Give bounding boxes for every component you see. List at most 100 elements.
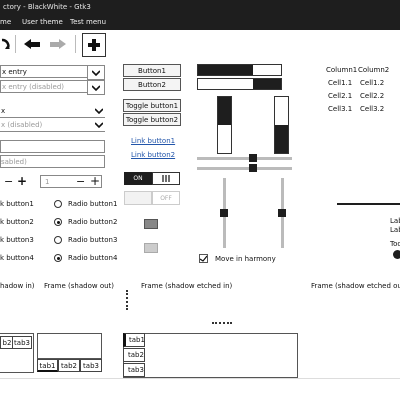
window-titlebar: ctory - BlackWhite - Gtk3 xyxy=(0,0,400,15)
radio-button-1[interactable]: Radio button1 xyxy=(54,200,124,210)
check-button-4[interactable]: k button4 xyxy=(0,254,50,264)
table-cell[interactable]: Cell1.2 xyxy=(360,79,384,87)
table-cell[interactable]: Cell1.1 xyxy=(328,79,352,87)
plus-icon[interactable]: + xyxy=(90,175,100,188)
menu-item-test-menu[interactable]: Test menu xyxy=(70,15,106,30)
tab-item[interactable]: tab3 xyxy=(80,359,102,372)
frame-etched-out-label: Frame (shadow etched out xyxy=(311,282,400,290)
tab-item[interactable]: tab2 xyxy=(58,359,80,372)
combo-box-disabled-text: x (disabled) xyxy=(1,121,43,129)
combo-box-text: x xyxy=(1,107,6,115)
right-label-3: Too xyxy=(390,240,400,248)
link-button-2[interactable]: Link button2 xyxy=(131,151,175,159)
switch-on-handle[interactable] xyxy=(152,172,180,185)
switch-on-label: ON xyxy=(124,172,152,185)
radio-label: Radio button4 xyxy=(68,254,118,262)
toolbar xyxy=(0,30,400,58)
combo-box[interactable]: x xyxy=(0,105,105,118)
table-header-col1[interactable]: Column1 xyxy=(326,66,357,74)
button-2[interactable]: Button2 xyxy=(123,78,181,91)
table-cell[interactable]: Cell2.2 xyxy=(360,92,384,100)
radio-button-2[interactable]: Radio button2 xyxy=(54,218,124,228)
progress-bar-1 xyxy=(197,64,282,76)
vscale-1-handle[interactable] xyxy=(220,209,228,217)
plus-icon xyxy=(88,39,100,51)
table-header-col2[interactable]: Column2 xyxy=(358,66,389,74)
radio-button-3[interactable]: Radio button3 xyxy=(54,236,124,246)
vscale-2-handle[interactable] xyxy=(278,209,286,217)
radio-label: Radio button3 xyxy=(68,236,118,244)
notebook-bottom-frame xyxy=(37,333,102,359)
menu-item-user-theme[interactable]: User theme xyxy=(22,15,63,30)
minus-icon[interactable]: − xyxy=(4,175,13,188)
frame-shadow-out-label: Frame (shadow out) xyxy=(44,282,115,290)
separator-line xyxy=(337,203,400,205)
menubar: me User theme Test menu xyxy=(0,15,400,30)
back-button[interactable] xyxy=(22,33,42,55)
minus-icon[interactable]: − xyxy=(76,176,85,188)
table-cell[interactable]: Cell3.1 xyxy=(328,105,352,113)
radio-indicator[interactable] xyxy=(54,254,62,262)
check-button-1[interactable]: k button1 xyxy=(0,200,50,210)
frame-shadow-in-label: hadow in) xyxy=(0,282,35,290)
tab-item[interactable]: tab2 xyxy=(123,348,145,362)
image-icon xyxy=(144,219,158,229)
table-cell[interactable]: Cell3.2 xyxy=(360,105,384,113)
menu-item-home[interactable]: me xyxy=(0,15,11,30)
pane-handle-vertical[interactable] xyxy=(126,290,128,310)
toolbar-separator xyxy=(15,35,16,53)
refresh-button[interactable] xyxy=(0,33,12,55)
radio-indicator[interactable] xyxy=(54,236,62,244)
check-label: k button2 xyxy=(0,218,34,226)
tab-item-active[interactable]: tab1 xyxy=(123,333,145,347)
text-entry[interactable] xyxy=(0,140,105,153)
forward-button[interactable] xyxy=(48,33,68,55)
check-button-3[interactable]: k button3 xyxy=(0,236,50,246)
add-button[interactable] xyxy=(82,33,106,57)
checkmark-icon xyxy=(200,255,207,262)
toggle-button-2[interactable]: Toggle button2 xyxy=(123,113,181,126)
check-label: k button1 xyxy=(0,200,34,208)
harmony-checkbox[interactable] xyxy=(199,254,208,263)
combo-entry-disabled-text: x entry (disabled) xyxy=(2,83,65,91)
radio-indicator[interactable] xyxy=(54,218,62,226)
radio-indicator[interactable] xyxy=(54,200,62,208)
check-button-2[interactable]: k button2 xyxy=(0,218,50,228)
radio-button-4[interactable]: Radio button4 xyxy=(54,254,124,264)
hscale-2[interactable] xyxy=(197,167,292,170)
text-entry-disabled-text: sabled) xyxy=(1,158,27,166)
toggle-button-1[interactable]: Toggle button1 xyxy=(123,99,181,112)
tab-item[interactable]: tab3 xyxy=(12,336,32,349)
table-cell[interactable]: Cell2.1 xyxy=(328,92,352,100)
vertical-progress-1 xyxy=(217,96,232,154)
progress-bar-2 xyxy=(197,78,282,90)
arrow-left-icon xyxy=(24,39,40,49)
dial-icon[interactable] xyxy=(393,250,400,259)
switch-off-label: OFF xyxy=(152,191,180,205)
radio-label: Radio button1 xyxy=(68,200,118,208)
hscale-1-handle[interactable] xyxy=(249,154,257,162)
refresh-icon xyxy=(1,38,10,49)
pane-handle-horizontal[interactable] xyxy=(212,322,232,324)
harmony-label: Move in harmony xyxy=(215,255,276,263)
combo-entry[interactable]: x entry xyxy=(0,65,105,80)
right-label-1: Lab xyxy=(390,217,400,225)
tab-item-active[interactable]: tab1 xyxy=(37,359,58,372)
frame-etched-in-label: Frame (shadow etched in) xyxy=(141,282,233,290)
chevron-down-icon xyxy=(94,122,104,130)
spin-button-2[interactable]: 1 − + xyxy=(40,175,102,188)
chevron-down-icon[interactable] xyxy=(87,65,105,80)
spin-value: 1 xyxy=(45,178,50,186)
image-disabled-icon xyxy=(144,243,158,253)
hscale-1[interactable] xyxy=(197,157,292,160)
spin-button-1[interactable]: − + xyxy=(0,175,35,189)
link-button-1[interactable]: Link button1 xyxy=(131,137,175,145)
text-entry-disabled: sabled) xyxy=(0,155,105,168)
check-label: k button4 xyxy=(0,254,34,262)
button-1[interactable]: Button1 xyxy=(123,64,181,77)
bottom-divider xyxy=(0,378,400,379)
tab-item[interactable]: tab3 xyxy=(123,363,145,377)
window-title: ctory - BlackWhite - Gtk3 xyxy=(3,3,91,11)
plus-icon[interactable]: + xyxy=(17,175,27,188)
hscale-2-handle[interactable] xyxy=(249,164,257,172)
